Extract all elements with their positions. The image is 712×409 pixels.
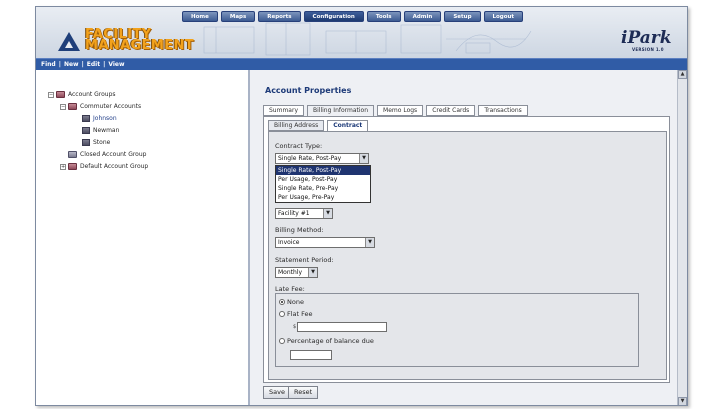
vertical-scrollbar[interactable]: ▲ ▼ <box>677 70 687 405</box>
scroll-up-icon[interactable]: ▲ <box>678 70 687 79</box>
tab-memo-logs[interactable]: Memo Logs <box>377 105 424 116</box>
billing-method-value: Invoice <box>278 239 300 246</box>
chevron-down-icon: ▼ <box>365 238 374 247</box>
chevron-down-icon: ▼ <box>308 268 317 277</box>
tree-label: Commuter Accounts <box>80 103 142 110</box>
late-fee-percentage-option[interactable]: Percentage of balance due <box>279 337 374 345</box>
tree-label: Default Account Group <box>80 163 149 170</box>
account-icon <box>82 139 90 146</box>
account-tree: − Account Groups − Commuter Accounts Joh… <box>36 70 250 405</box>
radio-icon[interactable] <box>279 338 285 344</box>
tree-item-account-groups[interactable]: − Account Groups <box>48 89 116 100</box>
collapse-icon[interactable]: − <box>60 103 66 110</box>
logo-line2: MANAGEMENT <box>85 38 195 53</box>
account-icon <box>82 115 90 122</box>
contract-type-dropdown: Single Rate, Post-Pay Per Usage, Post-Pa… <box>275 165 371 203</box>
header: Home Maps Reports Configuration Tools Ad… <box>36 7 687 58</box>
billing-tab-pane: Billing Address Contract Contract Type: … <box>263 116 670 383</box>
billing-method-label: Billing Method: <box>275 226 324 234</box>
account-icon <box>82 127 90 134</box>
late-fee-none-label: None <box>287 298 304 306</box>
menu-setup[interactable]: Setup <box>444 11 481 22</box>
late-fee-group: None Flat Fee $ Percentage of balance du… <box>275 293 639 367</box>
blueprint-decoration <box>203 22 532 56</box>
facility-value: Facility #1 <box>278 210 310 217</box>
new-link[interactable]: New <box>64 59 79 70</box>
contract-form: Contract Type: Single Rate, Post-Pay ▼ S… <box>268 131 667 380</box>
menu-home[interactable]: Home <box>182 11 218 22</box>
dollar-sign: $ <box>293 324 297 330</box>
menu-reports[interactable]: Reports <box>258 11 301 22</box>
tree-label: Johnson <box>93 115 117 122</box>
statement-period-select[interactable]: Monthly ▼ <box>275 267 318 278</box>
radio-icon[interactable] <box>279 311 285 317</box>
tree-item-closed-group[interactable]: Closed Account Group <box>68 149 146 160</box>
dropdown-option[interactable]: Per Usage, Post-Pay <box>276 175 370 184</box>
folder-icon <box>68 103 77 110</box>
tab-credit-cards[interactable]: Credit Cards <box>426 105 476 116</box>
tab-transactions[interactable]: Transactions <box>478 105 528 116</box>
tree-label: Account Groups <box>68 91 116 98</box>
view-link[interactable]: View <box>108 59 124 70</box>
menu-configuration[interactable]: Configuration <box>303 11 364 22</box>
find-link[interactable]: Find <box>41 59 56 70</box>
chevron-down-icon: ▼ <box>359 154 368 163</box>
late-fee-none-option[interactable]: None <box>279 298 304 306</box>
tree-item-default-group[interactable]: + Default Account Group <box>60 161 148 172</box>
subtab-billing-address[interactable]: Billing Address <box>268 120 325 131</box>
tree-item-stone[interactable]: Stone <box>82 137 110 148</box>
facility-select[interactable]: Facility #1 ▼ <box>275 208 333 219</box>
logo-triangle-icon <box>58 32 80 51</box>
menu-tools[interactable]: Tools <box>366 11 401 22</box>
contract-type-value: Single Rate, Post-Pay <box>278 155 342 162</box>
app-window: Home Maps Reports Configuration Tools Ad… <box>35 6 688 406</box>
save-button[interactable]: Save <box>263 386 291 399</box>
statement-period-value: Monthly <box>278 269 303 276</box>
folder-icon <box>56 91 65 98</box>
menu-logout[interactable]: Logout <box>483 11 524 22</box>
edit-link[interactable]: Edit <box>87 59 100 70</box>
tab-summary[interactable]: Summary <box>263 105 304 116</box>
late-fee-percentage-label: Percentage of balance due <box>287 337 374 345</box>
dropdown-option[interactable]: Single Rate, Post-Pay <box>276 166 370 175</box>
dropdown-option[interactable]: Single Rate, Pre-Pay <box>276 184 370 193</box>
reset-button[interactable]: Reset <box>288 386 319 399</box>
contract-type-label: Contract Type: <box>275 142 323 150</box>
folder-icon <box>68 151 77 158</box>
tree-label: Closed Account Group <box>80 151 147 158</box>
product-logo: iPark <box>621 28 672 48</box>
tree-label: Newman <box>93 127 120 134</box>
toolbar-separator: | <box>103 61 106 68</box>
late-fee-label: Late Fee: <box>275 285 305 293</box>
chevron-down-icon: ▼ <box>323 209 332 218</box>
tree-label: Stone <box>93 139 111 146</box>
late-fee-flat-label: Flat Fee <box>287 310 313 318</box>
contract-type-select[interactable]: Single Rate, Post-Pay ▼ <box>275 153 369 164</box>
tree-item-commuter-accounts[interactable]: − Commuter Accounts <box>60 101 141 112</box>
collapse-icon[interactable]: − <box>48 91 54 98</box>
tree-item-newman[interactable]: Newman <box>82 125 119 136</box>
dropdown-option[interactable]: Per Usage, Pre-Pay <box>276 193 370 202</box>
billing-method-select[interactable]: Invoice ▼ <box>275 237 375 248</box>
scroll-down-icon[interactable]: ▼ <box>678 397 687 405</box>
tree-item-johnson[interactable]: Johnson <box>82 113 117 124</box>
main-menu: Home Maps Reports Configuration Tools Ad… <box>182 11 524 22</box>
folder-icon <box>68 163 77 170</box>
flat-fee-input[interactable] <box>297 322 387 332</box>
toolbar-separator: | <box>81 61 84 68</box>
expand-icon[interactable]: + <box>60 163 66 170</box>
page-title: Account Properties <box>265 86 352 95</box>
menu-maps[interactable]: Maps <box>220 11 256 22</box>
toolbar-separator: | <box>58 61 61 68</box>
toolbar: Find | New | Edit | View <box>36 58 687 70</box>
radio-checked-icon[interactable] <box>279 299 285 305</box>
account-properties-panel: Account Properties Summary Billing Infor… <box>253 70 677 405</box>
product-version: VERSION 1.0 <box>632 47 664 52</box>
percentage-input[interactable] <box>290 350 332 360</box>
late-fee-flat-option[interactable]: Flat Fee <box>279 310 313 318</box>
menu-admin[interactable]: Admin <box>403 11 442 22</box>
statement-period-label: Statement Period: <box>275 256 334 264</box>
